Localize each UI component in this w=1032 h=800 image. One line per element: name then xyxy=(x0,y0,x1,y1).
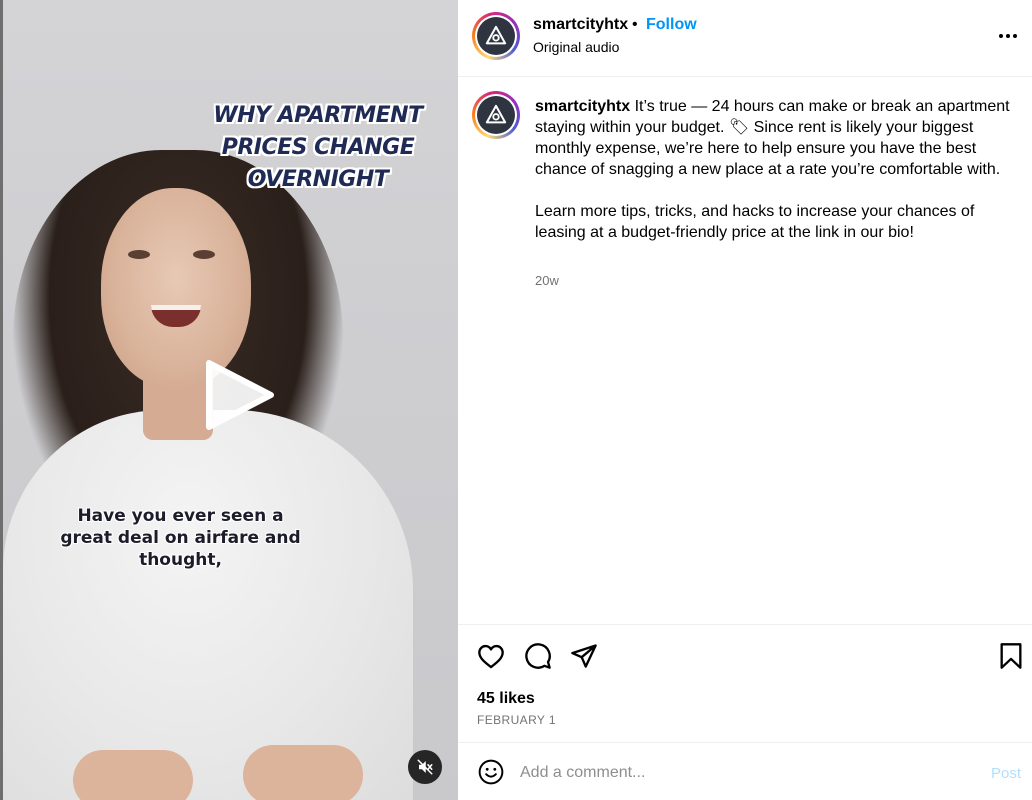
header-separator: • xyxy=(632,16,638,33)
caption-paragraph: Learn more tips, tricks, and hacks to in… xyxy=(535,203,975,241)
actions-bar: 45 likes FEBRUARY 1 xyxy=(458,624,1032,742)
video-subtitle-line: great deal on airfare and xyxy=(60,528,301,548)
header-username[interactable]: smartcityhtx xyxy=(533,16,628,34)
like-button[interactable] xyxy=(475,640,507,672)
video-player[interactable]: WHY APARTMENT PRICES CHANGE OVERNIGHT Ha… xyxy=(0,0,458,800)
avatar[interactable] xyxy=(472,12,520,60)
more-options-button[interactable] xyxy=(995,23,1021,49)
comment-button[interactable] xyxy=(522,640,554,672)
post-comment-button[interactable]: Post xyxy=(991,765,1021,782)
video-subtitle-line: thought, xyxy=(139,550,222,570)
likes-count[interactable]: 45 likes xyxy=(477,690,535,708)
video-title-overlay: WHY APARTMENT PRICES CHANGE OVERNIGHT xyxy=(193,100,443,196)
caption-paragraph: smartcityhtx It’s true — 24 hours can ma… xyxy=(535,96,1015,180)
post-details-panel: smartcityhtx • Follow Original audio sma… xyxy=(458,0,1032,800)
brand-logo-icon xyxy=(485,25,507,45)
caption-avatar[interactable] xyxy=(472,91,520,139)
video-subtitle: Have you ever seen a great deal on airfa… xyxy=(43,505,318,571)
video-title-line: PRICES CHANGE xyxy=(221,135,415,160)
bookmark-icon xyxy=(1000,643,1022,669)
play-button[interactable] xyxy=(199,355,279,435)
video-title-line: WHY APARTMENT xyxy=(213,103,423,128)
video-person-eye-left xyxy=(128,250,150,259)
more-dots-icon xyxy=(999,34,1017,38)
caption-section: smartcityhtx It’s true — 24 hours can ma… xyxy=(458,78,1032,624)
post-header: smartcityhtx • Follow Original audio xyxy=(458,0,1032,77)
comment-icon xyxy=(525,643,551,669)
comment-bar: Post xyxy=(458,742,1032,800)
video-person-shirt xyxy=(3,410,413,800)
send-icon xyxy=(571,644,597,668)
mute-button[interactable] xyxy=(408,750,442,784)
brand-logo-icon xyxy=(485,104,507,124)
heart-icon xyxy=(478,644,504,669)
video-person-hand-right xyxy=(243,745,363,800)
audio-link[interactable]: Original audio xyxy=(533,39,619,55)
video-subtitle-line: Have you ever seen a xyxy=(77,506,284,526)
comment-input[interactable] xyxy=(520,760,970,786)
video-person-eye-right xyxy=(193,250,215,259)
caption-text: smartcityhtx It’s true — 24 hours can ma… xyxy=(535,96,1015,243)
share-button[interactable] xyxy=(568,640,600,672)
caption-timestamp[interactable]: 20w xyxy=(535,273,559,288)
video-person-hand-left xyxy=(73,750,193,800)
save-button[interactable] xyxy=(995,640,1027,672)
follow-button[interactable]: Follow xyxy=(646,16,697,34)
caption-username[interactable]: smartcityhtx xyxy=(535,98,630,115)
muted-speaker-icon xyxy=(417,759,433,775)
play-icon xyxy=(206,360,274,430)
emoji-button[interactable] xyxy=(478,759,504,785)
video-title-line: OVERNIGHT xyxy=(247,167,389,192)
post-date[interactable]: FEBRUARY 1 xyxy=(477,713,556,727)
emoji-icon xyxy=(478,759,504,785)
